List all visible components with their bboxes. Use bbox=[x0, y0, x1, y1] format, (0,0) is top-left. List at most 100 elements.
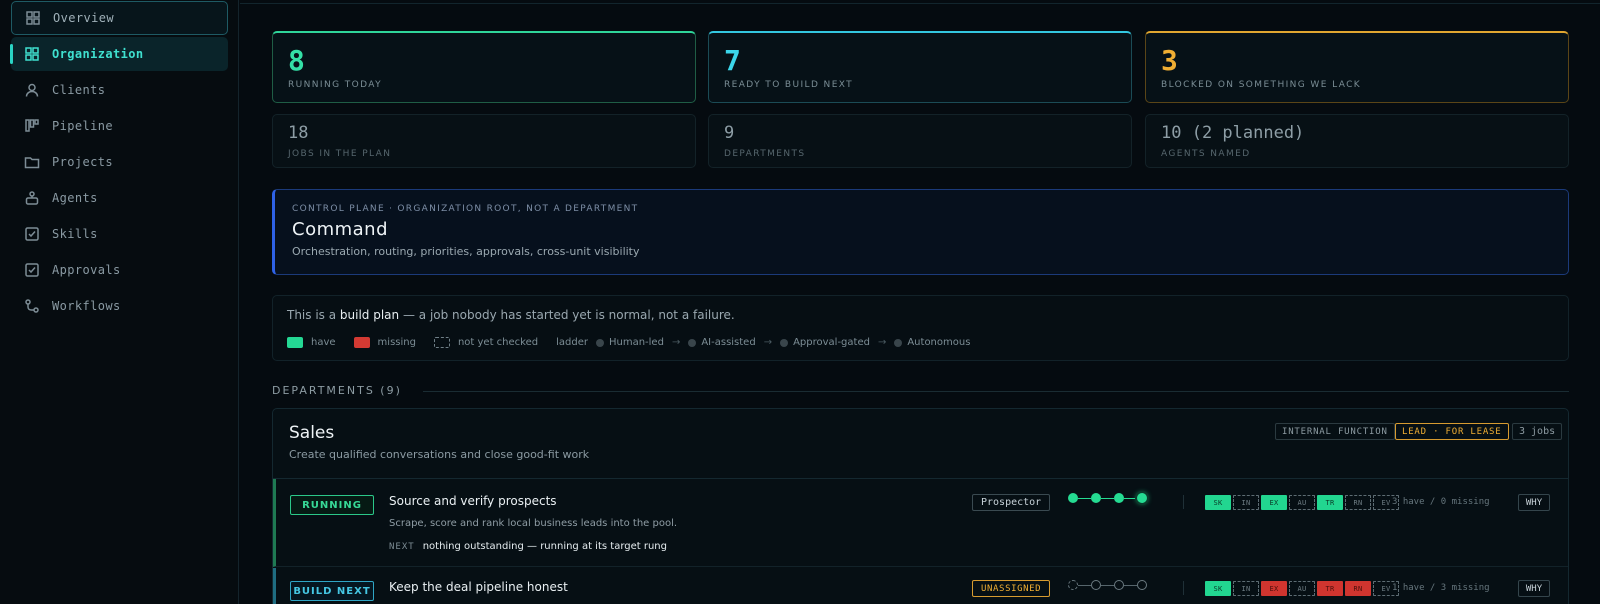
rung-dot bbox=[780, 338, 789, 347]
stat-label: RUNNING TODAY bbox=[288, 80, 383, 90]
legend-missing-label: missing bbox=[377, 337, 416, 348]
sidebar-item-overview[interactable]: Overview bbox=[11, 1, 228, 35]
legend-intro-emphasis: build plan bbox=[339, 308, 400, 322]
stat-departments: 9 DEPARTMENTS bbox=[708, 114, 1132, 168]
sidebar-item-label: Clients bbox=[52, 83, 106, 97]
sidebar-item-label: Overview bbox=[53, 11, 114, 25]
rung-node bbox=[1137, 493, 1147, 503]
capability-chip: TR bbox=[1317, 581, 1343, 596]
rung-node bbox=[1114, 493, 1124, 503]
sidebar-item-label: Approvals bbox=[52, 263, 121, 277]
stat-value: 8 bbox=[288, 44, 305, 77]
legend-row: have missing not yet checked ladder Huma… bbox=[287, 337, 970, 348]
workflow-icon bbox=[24, 298, 40, 314]
status-badge: BUILD NEXT bbox=[290, 581, 374, 601]
why-button[interactable]: WHY bbox=[1518, 580, 1550, 597]
department-card-sales: Sales Create qualified conversations and… bbox=[272, 408, 1569, 604]
capability-chip: SK bbox=[1205, 495, 1231, 510]
bot-icon bbox=[24, 190, 40, 206]
sidebar-item-pipeline[interactable]: Pipeline bbox=[11, 109, 228, 143]
sidebar-item-label: Agents bbox=[52, 191, 98, 205]
rung-node bbox=[1068, 580, 1078, 590]
function-tag: INTERNAL FUNCTION bbox=[1275, 423, 1395, 440]
rung-node bbox=[1068, 493, 1078, 503]
rung-node bbox=[1091, 493, 1101, 503]
sidebar-item-label: Pipeline bbox=[52, 119, 113, 133]
legend-intro-text: This is a bbox=[287, 308, 340, 322]
rung-dot bbox=[894, 338, 903, 347]
why-button[interactable]: WHY bbox=[1518, 494, 1550, 511]
rung-dot bbox=[595, 338, 604, 347]
agent-tag[interactable]: Prospector bbox=[972, 494, 1051, 511]
rung-node bbox=[1114, 580, 1124, 590]
stat-label: READY TO BUILD NEXT bbox=[724, 80, 854, 90]
job-title: Source and verify prospects bbox=[389, 494, 557, 508]
divider bbox=[240, 3, 1600, 4]
job-row[interactable]: BUILD NEXT Keep the deal pipeline honest… bbox=[273, 568, 1568, 604]
command-panel[interactable]: CONTROL PLANE · ORGANIZATION ROOT, NOT A… bbox=[272, 189, 1569, 275]
arrow-icon: → bbox=[671, 337, 681, 348]
capability-chip: AU bbox=[1289, 581, 1315, 596]
capability-chip: SK bbox=[1205, 581, 1231, 596]
capability-chip: IN bbox=[1233, 495, 1259, 510]
user-icon bbox=[24, 82, 40, 98]
department-subtitle: Create qualified conversations and close… bbox=[289, 448, 590, 461]
sidebar-item-agents[interactable]: Agents bbox=[11, 181, 228, 215]
missing-swatch bbox=[353, 337, 370, 348]
department-name: Sales bbox=[289, 423, 335, 443]
stat-jobs-in-plan: 18 JOBS IN THE PLAN bbox=[272, 114, 696, 168]
sidebar-item-approvals[interactable]: Approvals bbox=[11, 253, 228, 287]
capability-count: 1 have / 3 missing bbox=[1392, 583, 1490, 593]
stat-value: 9 bbox=[724, 123, 735, 143]
capability-chips: SK IN EX AU TR RN EV bbox=[1205, 495, 1401, 510]
command-kicker: CONTROL PLANE · ORGANIZATION ROOT, NOT A… bbox=[292, 204, 639, 214]
rung-label: Autonomous bbox=[907, 337, 971, 348]
stat-running-today: 8 RUNNING TODAY bbox=[272, 31, 696, 103]
stat-label: JOBS IN THE PLAN bbox=[288, 149, 392, 159]
stat-ready-next: 7 READY TO BUILD NEXT bbox=[708, 31, 1132, 103]
main-content: 8 RUNNING TODAY 7 READY TO BUILD NEXT 3 … bbox=[240, 0, 1600, 604]
stat-value: 7 bbox=[724, 44, 741, 77]
build-plan-legend: This is a build plan — a job nobody has … bbox=[272, 295, 1569, 361]
checkbox-icon bbox=[24, 226, 40, 242]
status-badge: RUNNING bbox=[290, 495, 374, 515]
agent-tag[interactable]: UNASSIGNED bbox=[972, 580, 1051, 597]
unchecked-swatch bbox=[433, 337, 450, 348]
legend-intro-text: — a job nobody has started yet is normal… bbox=[399, 308, 735, 322]
legend-ladder-label: ladder bbox=[556, 337, 588, 348]
command-description: Orchestration, routing, priorities, appr… bbox=[292, 245, 640, 258]
jobs-count-tag: 3 jobs bbox=[1512, 423, 1563, 440]
capability-chip: RN bbox=[1345, 581, 1371, 596]
rung-label: AI-assisted bbox=[701, 337, 756, 348]
stat-value: 3 bbox=[1161, 44, 1178, 77]
sidebar-item-skills[interactable]: Skills bbox=[11, 217, 228, 251]
next-label: NEXT bbox=[389, 542, 415, 552]
arrow-icon: → bbox=[877, 337, 887, 348]
job-next: NEXT nothing outstanding — running at its… bbox=[389, 541, 667, 552]
sidebar-item-workflows[interactable]: Workflows bbox=[11, 289, 228, 323]
divider bbox=[423, 391, 1569, 392]
stat-label: DEPARTMENTS bbox=[724, 149, 806, 159]
rung-node bbox=[1091, 580, 1101, 590]
sidebar-item-clients[interactable]: Clients bbox=[11, 73, 228, 107]
sidebar-item-organization[interactable]: Organization bbox=[10, 37, 228, 71]
capability-chips: SK IN EX AU TR RN EV bbox=[1205, 581, 1401, 596]
sidebar-item-projects[interactable]: Projects bbox=[11, 145, 228, 179]
grid-icon bbox=[24, 46, 40, 62]
legend-have-label: have bbox=[311, 337, 336, 348]
rung-node bbox=[1137, 580, 1147, 590]
stat-agents-named: 10 (2 planned) AGENTS NAMED bbox=[1145, 114, 1569, 168]
legend-intro: This is a build plan — a job nobody has … bbox=[287, 308, 735, 322]
autonomy-ladder bbox=[1068, 493, 1147, 503]
stat-label: AGENTS NAMED bbox=[1161, 149, 1251, 159]
rung-label: Approval-gated bbox=[793, 337, 870, 348]
lead-tag[interactable]: LEAD · FOR LEASE bbox=[1395, 423, 1509, 440]
departments-heading: DEPARTMENTS (9) bbox=[272, 384, 402, 397]
job-row[interactable]: RUNNING Source and verify prospects Scra… bbox=[273, 479, 1568, 567]
grid-icon bbox=[25, 10, 41, 26]
job-description: Scrape, score and rank local business le… bbox=[389, 518, 678, 529]
capability-chip: EX bbox=[1261, 495, 1287, 510]
next-text: nothing outstanding — running at its tar… bbox=[422, 541, 667, 552]
capability-chip: TR bbox=[1317, 495, 1343, 510]
sidebar-item-label: Workflows bbox=[52, 299, 121, 313]
